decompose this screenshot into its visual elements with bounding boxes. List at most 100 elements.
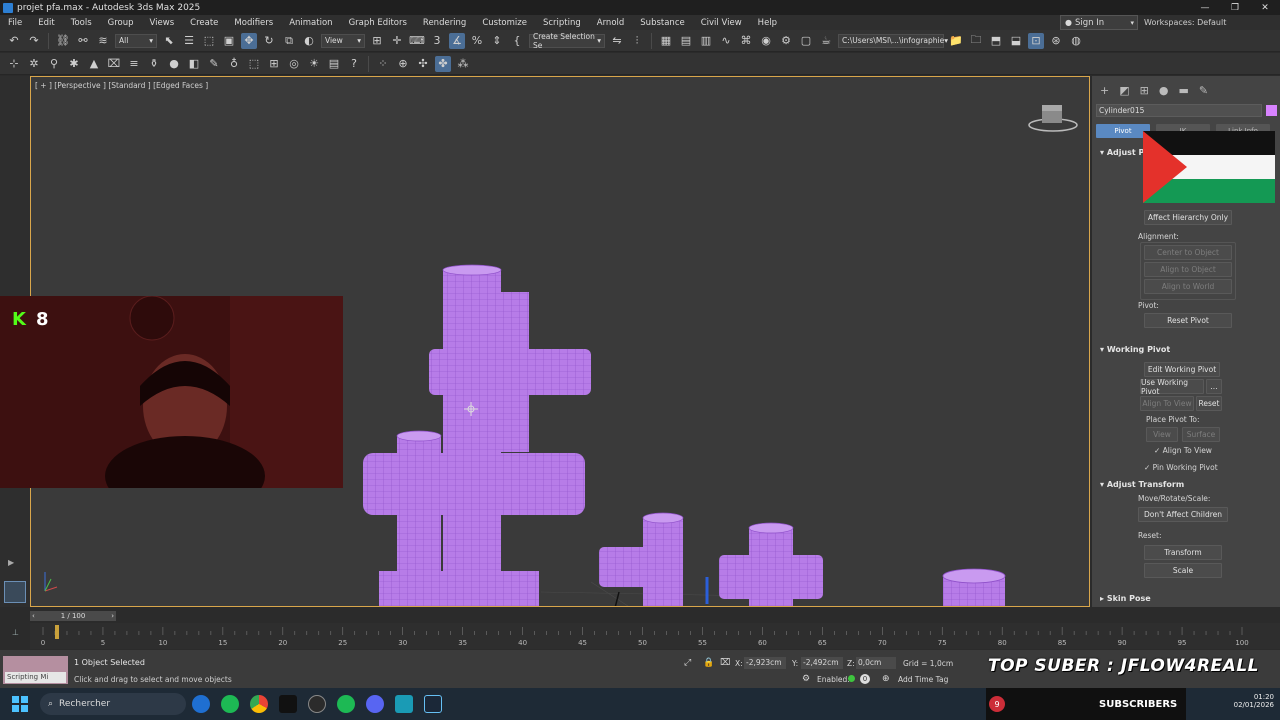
workspace-selector[interactable]: Workspaces: Default (1144, 15, 1226, 30)
project-folder-icon[interactable]: 📁 (948, 33, 964, 49)
rectangular-region-icon[interactable]: ⬚ (201, 33, 217, 49)
layer-explorer-icon[interactable]: ▤ (678, 33, 694, 49)
y-coordinate-field[interactable]: -2,492cm (801, 657, 843, 669)
obs-icon[interactable] (308, 695, 326, 713)
keyboard-shortcut-icon[interactable]: ⌨ (409, 33, 425, 49)
track-bar-toggle-icon[interactable]: ⊥ (12, 628, 19, 637)
chrome-icon[interactable] (250, 695, 268, 713)
box-icon[interactable]: ⬚ (246, 56, 262, 72)
menu-arnold[interactable]: Arnold (589, 18, 633, 28)
select-and-move-icon[interactable]: ✥ (241, 32, 257, 49)
align-to-world-button[interactable]: Align to World (1144, 279, 1232, 294)
align-to-object-button[interactable]: Align to Object (1144, 262, 1232, 277)
bulb-outline-icon[interactable]: ♁ (226, 56, 242, 72)
dont-affect-children-button[interactable]: Don't Affect Children (1138, 507, 1228, 522)
save-folder-icon[interactable]: ⬒ (988, 33, 1004, 49)
menu-views[interactable]: Views (142, 18, 183, 28)
bind-space-warp-icon[interactable]: ≋ (95, 33, 111, 49)
lock-icon[interactable]: 🔒 (703, 658, 714, 668)
snap-pivot-icon[interactable]: ✤ (435, 55, 451, 72)
prev-frame-icon[interactable]: ‹ (30, 612, 35, 620)
maxscript-listener[interactable]: Scripting Mi (3, 656, 68, 684)
place-surface-button[interactable]: Surface (1182, 427, 1220, 442)
ribbon-icon[interactable]: ▥ (698, 33, 714, 49)
spotify-icon[interactable] (221, 695, 239, 713)
mirror-icon[interactable]: ⇋ (609, 33, 625, 49)
triangle-icon[interactable]: ▲ (86, 56, 102, 72)
redo-icon[interactable]: ↷ (26, 33, 42, 49)
align-to-view-checkbox[interactable]: ✓ Align To View (1154, 446, 1212, 455)
align-icon[interactable]: ⫶ (629, 33, 645, 49)
pin-icon[interactable]: ⚲ (46, 56, 62, 72)
pipe-tee-1[interactable] (599, 512, 684, 607)
discord-icon[interactable] (366, 695, 384, 713)
add-time-tag[interactable]: Add Time Tag (898, 675, 948, 684)
align-to-view-button[interactable]: Align To View (1140, 396, 1194, 411)
menu-modifiers[interactable]: Modifiers (226, 18, 281, 28)
object-name-field[interactable]: Cylinder015 (1096, 104, 1262, 117)
absolute-mode-icon[interactable]: ⌧ (720, 658, 730, 668)
pipe-tee-2[interactable] (719, 522, 823, 607)
center-to-object-button[interactable]: Center to Object (1144, 245, 1232, 260)
window-crossing-icon[interactable]: ▣ (221, 33, 237, 49)
scene-light-icon[interactable]: ☀ (306, 56, 322, 72)
menu-help[interactable]: Help (750, 18, 785, 28)
frame-icon[interactable]: ⌧ (106, 56, 122, 72)
list-icon[interactable]: ≡ (126, 56, 142, 72)
place-view-button[interactable]: View (1146, 427, 1178, 442)
sphere-icon[interactable]: ● (166, 56, 182, 72)
menu-group[interactable]: Group (100, 18, 142, 28)
export-icon[interactable]: ⬓ (1008, 33, 1024, 49)
rendered-frame-icon[interactable]: ▢ (798, 33, 814, 49)
maximize-button[interactable]: ❐ (1220, 0, 1250, 15)
x-coordinate-field[interactable]: -2,923cm (744, 657, 786, 669)
snap-edge-icon[interactable]: ⁂ (455, 56, 471, 72)
taskbar-search[interactable]: ⌕ Rechercher (40, 693, 186, 715)
percent-snap-icon[interactable]: % (469, 33, 485, 49)
menu-graph-editors[interactable]: Graph Editors (341, 18, 415, 28)
create-tab-icon[interactable]: + (1100, 84, 1109, 97)
time-cursor[interactable] (55, 625, 59, 639)
list-view-icon[interactable]: ▤ (326, 56, 342, 72)
brush-icon[interactable]: ✎ (206, 56, 222, 72)
scene-explorer-icon[interactable]: ▦ (658, 33, 674, 49)
tab-pivot[interactable]: Pivot (1096, 124, 1150, 138)
affect-hierarchy-only-button[interactable]: Affect Hierarchy Only (1144, 210, 1232, 225)
enabled-value[interactable]: 0 (860, 674, 870, 684)
close-button[interactable]: ✕ (1250, 0, 1280, 15)
pin-working-pivot-checkbox[interactable]: ✓ Pin Working Pivot (1144, 463, 1218, 472)
object-color-swatch[interactable] (1266, 105, 1277, 116)
snap-toggle-icon[interactable]: 3 (429, 33, 445, 49)
menu-file[interactable]: File (0, 18, 30, 28)
edge-icon[interactable] (192, 695, 210, 713)
viewport-layout-icon[interactable]: ⊡ (1028, 32, 1044, 49)
z-coordinate-field[interactable]: 0,0cm (856, 657, 896, 669)
light-icon[interactable]: ✲ (26, 56, 42, 72)
select-and-scale-icon[interactable]: ⧉ (281, 33, 297, 49)
bulb-icon[interactable]: ✱ (66, 56, 82, 72)
display-tab-icon[interactable]: ▬ (1178, 84, 1188, 97)
windows-start-icon[interactable] (12, 696, 28, 712)
manipulate-icon[interactable]: ✛ (389, 33, 405, 49)
select-by-name-icon[interactable]: ☰ (181, 33, 197, 49)
grid-icon[interactable]: ⊞ (266, 56, 282, 72)
enabled-indicator[interactable] (848, 675, 855, 682)
pivot-center-icon[interactable]: ⊞ (369, 33, 385, 49)
viewcube-icon[interactable] (1028, 105, 1078, 132)
adaptive-degradation-icon[interactable]: ⚙ (802, 674, 810, 684)
material-editor-icon[interactable]: ◉ (758, 33, 774, 49)
cube-icon[interactable]: ◧ (186, 56, 202, 72)
spotify-secondary-icon[interactable] (337, 695, 355, 713)
play-small-icon[interactable]: ▶ (8, 558, 14, 567)
edit-working-pivot-button[interactable]: Edit Working Pivot (1144, 362, 1220, 377)
modify-tab-icon[interactable]: ◩ (1119, 84, 1129, 97)
menu-edit[interactable]: Edit (30, 18, 62, 28)
edit-named-selection-icon[interactable]: { (509, 33, 525, 49)
menu-customize[interactable]: Customize (474, 18, 535, 28)
steam-icon[interactable] (424, 695, 442, 713)
adjust-pivot-rollout[interactable]: ▾ Adjust Pi (1100, 148, 1147, 157)
adjust-transform-rollout[interactable]: ▾ Adjust Transform (1100, 480, 1184, 489)
select-object-icon[interactable]: ⬉ (161, 33, 177, 49)
utilities-tab-icon[interactable]: ✎ (1199, 84, 1208, 97)
sign-in-button[interactable]: ● Sign In ▾ (1060, 15, 1138, 30)
